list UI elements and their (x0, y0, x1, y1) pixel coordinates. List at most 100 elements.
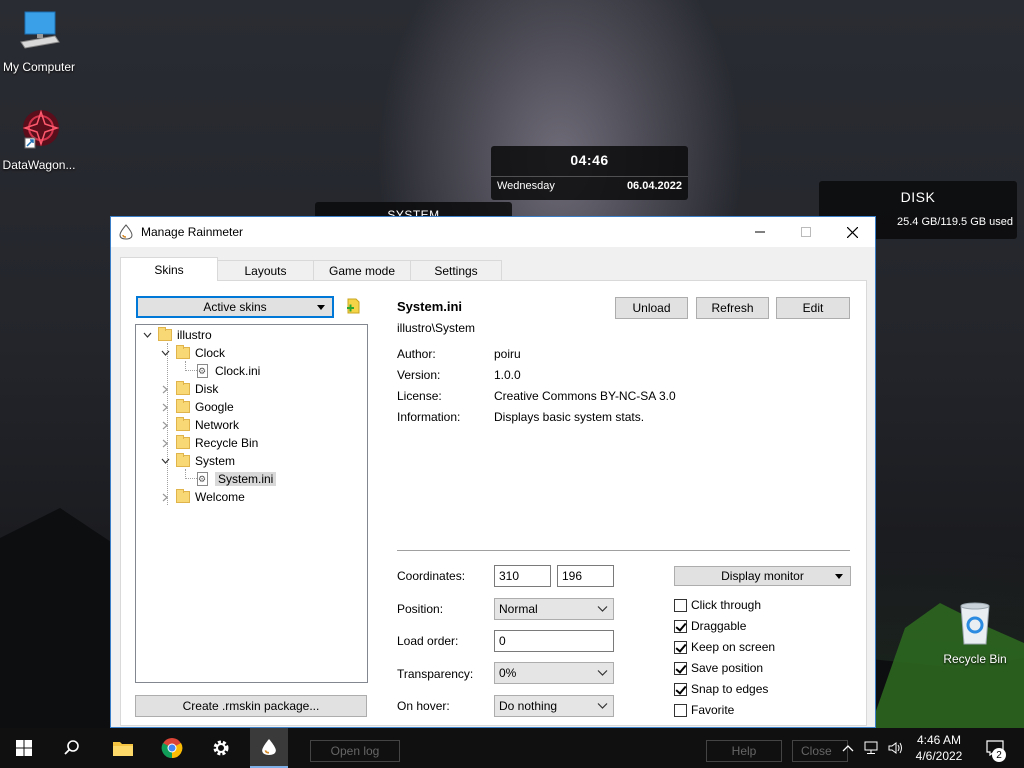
checkbox-label: Draggable (691, 619, 747, 633)
ini-file-icon (197, 472, 208, 486)
tree-node-label: Disk (195, 382, 219, 396)
tree-node-label: Google (195, 400, 234, 414)
expand-chevron-icon[interactable] (160, 438, 170, 448)
desktop-icon-my-computer[interactable]: My Computer (0, 8, 81, 74)
tree-node-label: Recycle Bin (195, 436, 259, 450)
checkbox-box[interactable] (674, 703, 687, 717)
checkbox-label: Favorite (691, 703, 735, 717)
window-title: Manage Rainmeter (141, 225, 244, 239)
taskbar-time: 4:46 AM (916, 733, 962, 747)
collapse-chevron-icon[interactable] (142, 330, 152, 340)
tree-node-label: System (195, 454, 236, 468)
checkbox-snap-to-edges[interactable]: Snap to edges (674, 681, 768, 697)
checkbox-box[interactable] (674, 661, 687, 675)
search-button[interactable] (48, 728, 96, 768)
tree-node[interactable]: Network (160, 416, 239, 434)
expand-chevron-icon[interactable] (160, 420, 170, 430)
tree-node[interactable]: Recycle Bin (160, 434, 258, 452)
expand-chevron-icon[interactable] (160, 492, 170, 502)
coordinate-y-input[interactable]: 196 (557, 565, 614, 587)
clock-widget-time: 04:46 (570, 152, 609, 168)
unload-button[interactable]: Unload (615, 297, 688, 319)
close-button[interactable] (829, 217, 875, 247)
load-order-input[interactable]: 0 (494, 630, 614, 652)
clock-widget[interactable]: 04:46 Wednesday 06.04.2022 (491, 146, 688, 200)
position-select[interactable]: Normal (494, 598, 614, 620)
active-skins-dropdown[interactable]: Active skins (136, 296, 334, 318)
tree-node[interactable]: illustro (142, 326, 212, 344)
checkbox-save-position[interactable]: Save position (674, 660, 763, 676)
volume-tray-button[interactable] (886, 728, 906, 768)
checkbox-click-through[interactable]: Click through (674, 597, 761, 613)
network-tray-button[interactable] (862, 728, 882, 768)
tree-node[interactable]: Disk (160, 380, 218, 398)
tab-game-mode[interactable]: Game mode (313, 260, 411, 281)
expand-chevron-icon[interactable] (160, 402, 170, 412)
collapse-chevron-icon[interactable] (160, 456, 170, 466)
action-center-button[interactable]: 2 (980, 728, 1010, 768)
position-label: Position: (397, 602, 444, 616)
datawagon-icon (15, 106, 63, 154)
open-log-button[interactable]: Open log (310, 740, 400, 762)
desktop-icon-label: Recycle Bin (943, 652, 1007, 666)
checkbox-keep-on-screen[interactable]: Keep on screen (674, 639, 775, 655)
folder-icon (113, 742, 133, 756)
tab-skins[interactable]: Skins (120, 257, 218, 281)
disk-widget-usage: 25.4 GB/119.5 GB used (897, 216, 1013, 228)
checkbox-favorite[interactable]: Favorite (674, 702, 734, 718)
new-skin-icon[interactable] (345, 298, 361, 314)
tab-settings[interactable]: Settings (410, 260, 502, 281)
active-skins-label: Active skins (203, 300, 267, 314)
coordinates-label: Coordinates: (397, 569, 466, 583)
tree-node-selected[interactable]: System.ini (197, 470, 277, 488)
maximize-button[interactable] (783, 217, 829, 247)
coordinate-x-input[interactable]: 310 (494, 565, 551, 587)
on-hover-select[interactable]: Do nothing (494, 695, 614, 717)
tree-node[interactable]: Google (160, 398, 234, 416)
checkbox-draggable[interactable]: Draggable (674, 618, 746, 634)
computer-icon (15, 8, 63, 56)
tab-layouts[interactable]: Layouts (217, 260, 314, 281)
start-button[interactable] (0, 728, 48, 768)
transparency-select[interactable]: 0% (494, 662, 614, 684)
maximize-icon (801, 227, 811, 237)
tree-node[interactable]: Welcome (160, 488, 245, 506)
edit-button[interactable]: Edit (776, 297, 850, 319)
minimize-button[interactable] (737, 217, 783, 247)
chrome-taskbar-button[interactable] (154, 728, 190, 768)
rainmeter-taskbar-button[interactable] (250, 728, 288, 768)
license-value: Creative Commons BY-NC-SA 3.0 (494, 389, 676, 403)
checkbox-box[interactable] (674, 598, 687, 612)
desktop-icon-datawagon[interactable]: DataWagon... (0, 106, 81, 172)
checkbox-box[interactable] (674, 682, 687, 696)
checkbox-box[interactable] (674, 619, 687, 633)
tree-node[interactable]: Clock.ini (197, 362, 260, 380)
title-bar[interactable]: Manage Rainmeter (111, 217, 875, 247)
desktop-icon-recycle-bin[interactable]: Recycle Bin (933, 600, 1017, 666)
taskbar-clock[interactable]: 4:46 AM 4/6/2022 (908, 728, 970, 768)
settings-taskbar-button[interactable] (203, 728, 239, 768)
create-rmskin-package-button[interactable]: Create .rmskin package... (135, 695, 367, 717)
gear-icon (213, 740, 229, 756)
refresh-button[interactable]: Refresh (696, 297, 769, 319)
file-explorer-taskbar-button[interactable] (106, 728, 140, 768)
show-hidden-icons-button[interactable] (840, 728, 856, 768)
chrome-icon (161, 738, 183, 759)
display-monitor-dropdown[interactable]: Display monitor (674, 566, 851, 586)
license-label: License: (397, 389, 442, 403)
load-order-label: Load order: (397, 634, 459, 648)
checkbox-box[interactable] (674, 640, 687, 654)
checkbox-label: Keep on screen (691, 640, 776, 654)
tree-node-label: Welcome (195, 490, 245, 504)
skin-path: illustro\System (397, 321, 476, 335)
transparency-select-value: 0% (499, 666, 517, 680)
information-value: Displays basic system stats. (494, 410, 645, 424)
tree-node[interactable]: System (160, 452, 235, 470)
skins-tree[interactable]: illustro Clock Clock.ini Disk Google (135, 324, 368, 683)
folder-icon (176, 399, 190, 413)
help-button[interactable]: Help (706, 740, 782, 762)
expand-chevron-icon[interactable] (160, 384, 170, 394)
tree-node[interactable]: Clock (160, 344, 225, 362)
dropdown-arrow-icon (835, 574, 843, 579)
collapse-chevron-icon[interactable] (160, 348, 170, 358)
